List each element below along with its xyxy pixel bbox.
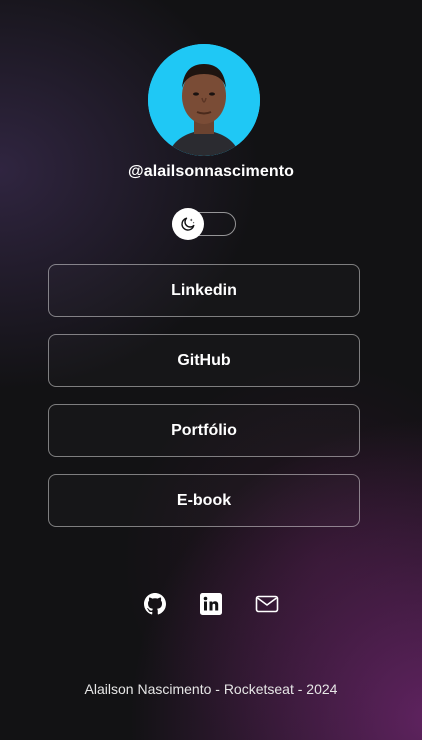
theme-toggle[interactable] (172, 208, 236, 240)
page-container: @alailsonnascimento Linkedin GitHub Port… (0, 0, 422, 740)
linkedin-link-button[interactable]: Linkedin (48, 264, 360, 317)
mail-icon[interactable] (255, 592, 279, 616)
theme-toggle-knob[interactable] (172, 208, 204, 240)
username: @alailsonnascimento (128, 163, 294, 180)
avatar (148, 44, 260, 156)
linkedin-icon[interactable] (199, 592, 223, 616)
avatar-photo (148, 44, 260, 156)
social-links (0, 592, 422, 616)
moon-stars-icon (181, 217, 195, 231)
footer-text: Alailson Nascimento - Rocketseat - 2024 (84, 681, 338, 697)
link-list: Linkedin GitHub Portfólio E-book (48, 264, 360, 544)
portfolio-link-button[interactable]: Portfólio (48, 404, 360, 457)
ebook-link-button[interactable]: E-book (48, 474, 360, 527)
github-icon[interactable] (143, 592, 167, 616)
github-link-button[interactable]: GitHub (48, 334, 360, 387)
